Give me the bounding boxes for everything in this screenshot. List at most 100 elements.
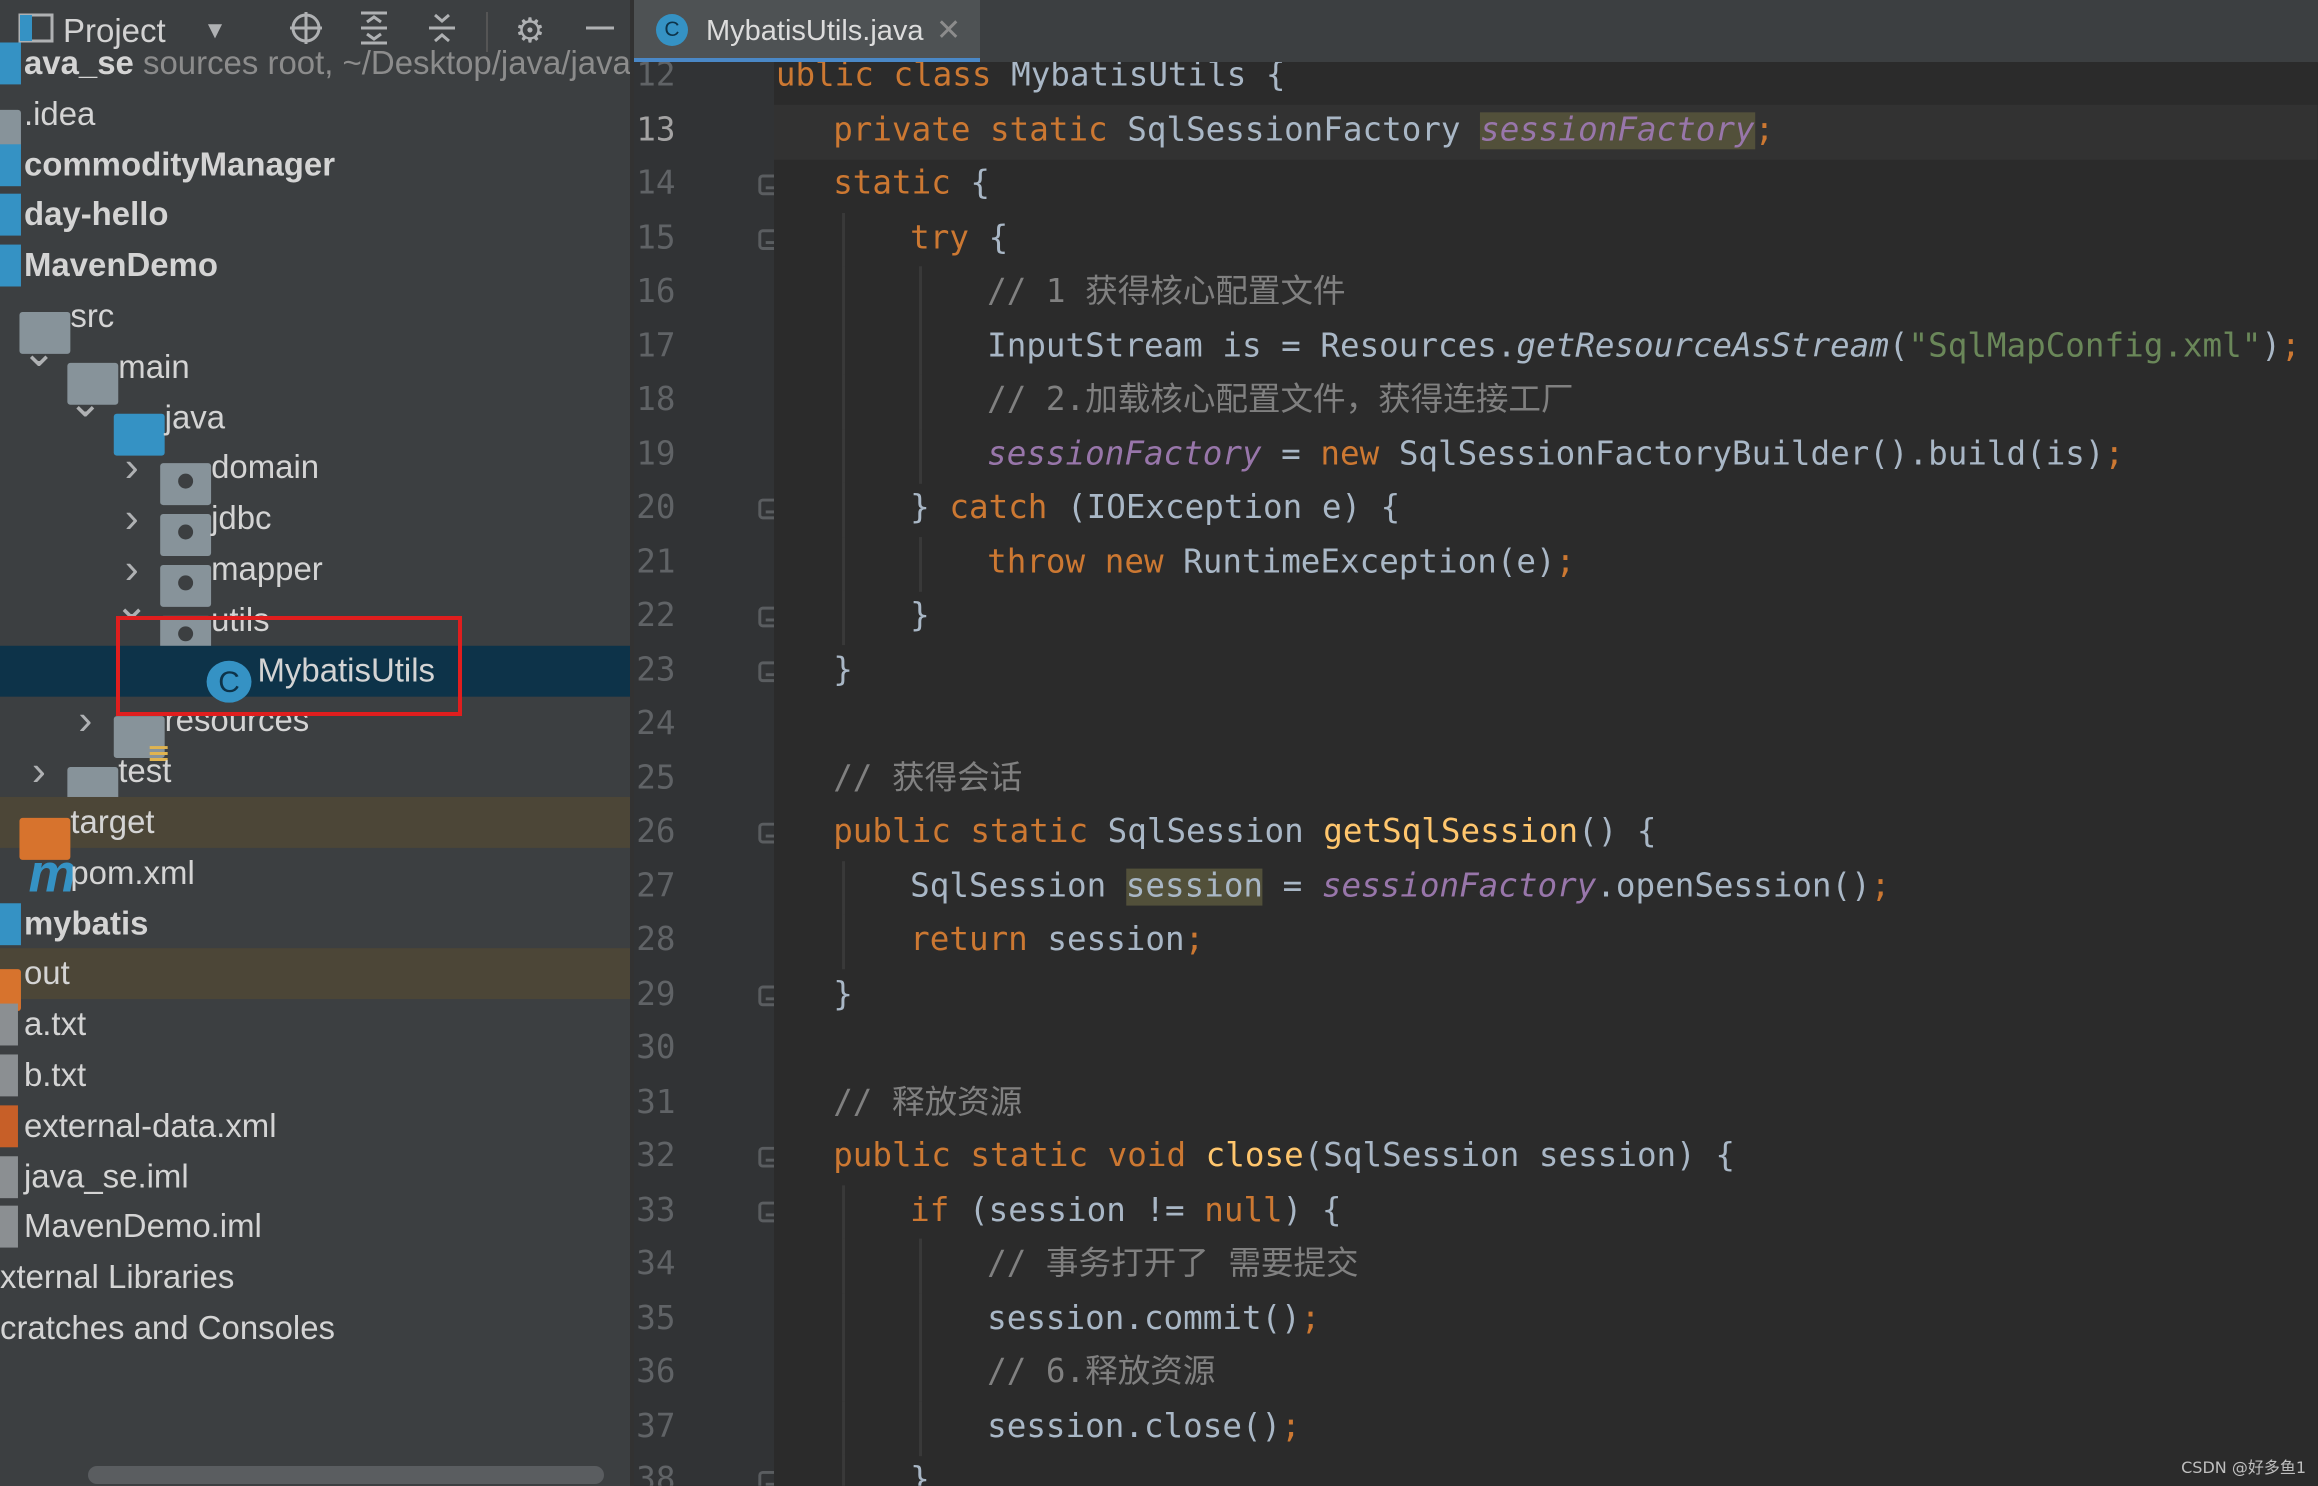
code-line[interactable]: throw new RuntimeException(e); bbox=[774, 537, 2318, 592]
tree-item-label: jdbc bbox=[211, 499, 272, 537]
chevron-right-icon[interactable]: › bbox=[16, 746, 61, 797]
code-line[interactable] bbox=[774, 698, 2318, 752]
tree-item[interactable]: cratches and Consoles bbox=[0, 1303, 630, 1354]
tree-item[interactable]: › mapper bbox=[0, 544, 630, 607]
tree-item[interactable]: MavenDemo bbox=[0, 240, 630, 291]
code-text: try { bbox=[910, 213, 1008, 267]
chevron-right-icon[interactable]: › bbox=[109, 442, 154, 493]
code-line[interactable] bbox=[774, 1023, 2318, 1077]
code-line[interactable]: session.close(); bbox=[774, 1401, 2318, 1456]
tree-item[interactable]: day-hello bbox=[0, 189, 630, 240]
line-number: 13 bbox=[636, 112, 676, 150]
line-number: 17 bbox=[636, 328, 676, 366]
tree-item[interactable]: src bbox=[0, 291, 630, 354]
code-token: ) bbox=[2261, 328, 2281, 366]
fold-marker-icon[interactable] bbox=[758, 1201, 774, 1223]
tree-item[interactable]: commodityManager bbox=[0, 140, 630, 191]
code-token: ; bbox=[2280, 328, 2301, 366]
code-line[interactable]: // 6.释放资源 bbox=[774, 1346, 2318, 1401]
fold-marker-icon[interactable] bbox=[758, 229, 774, 250]
tree-item[interactable]: MavenDemo.iml bbox=[0, 1201, 630, 1252]
fold-marker-icon[interactable] bbox=[758, 661, 774, 683]
tree-item[interactable]: m pom.xml bbox=[0, 846, 630, 900]
tree-item-label: mapper bbox=[211, 549, 323, 588]
indent-guide bbox=[842, 1401, 846, 1456]
code-line[interactable]: public static void close(SqlSession sess… bbox=[774, 1131, 2318, 1185]
fold-marker-icon[interactable] bbox=[758, 1146, 774, 1168]
tree-item[interactable]: mybatis bbox=[0, 899, 630, 950]
code-token: SqlSession bbox=[1107, 813, 1324, 851]
tree-item[interactable]: b.txt bbox=[0, 1050, 630, 1101]
code-line[interactable]: // 2.加载核心配置文件，获得连接工厂 bbox=[774, 374, 2318, 429]
tree-item[interactable]: java_se.iml bbox=[0, 1152, 630, 1203]
code-line[interactable]: // 获得会话 bbox=[774, 753, 2318, 807]
code-token: "SqlMapConfig.xml" bbox=[1908, 328, 2262, 366]
line-number: 16 bbox=[636, 273, 676, 311]
chevron-right-icon[interactable]: › bbox=[109, 493, 154, 544]
horizontal-scrollbar[interactable] bbox=[88, 1466, 604, 1484]
code-line[interactable]: session.commit(); bbox=[774, 1293, 2318, 1348]
fold-marker-icon[interactable] bbox=[758, 985, 774, 1007]
code-line[interactable]: return session; bbox=[774, 914, 2318, 969]
code-line[interactable]: } bbox=[774, 590, 2318, 645]
code-line[interactable]: private static SqlSessionFactory session… bbox=[774, 104, 2318, 159]
chevron-down-icon[interactable]: ⌄ bbox=[63, 378, 108, 429]
code-line[interactable]: sessionFactory = new SqlSessionFactoryBu… bbox=[774, 429, 2318, 484]
code-line[interactable]: public static SqlSession getSqlSession()… bbox=[774, 806, 2318, 860]
code-token: (IOException e) { bbox=[1067, 489, 1401, 527]
code-line[interactable]: try { bbox=[774, 212, 2318, 267]
module-folder-icon bbox=[0, 144, 21, 187]
code-line[interactable]: } catch (IOException e) { bbox=[774, 482, 2318, 537]
tree-item-label: ava_se sources root, ~/Desktop/java/java… bbox=[24, 38, 630, 89]
fold-marker-icon[interactable] bbox=[758, 606, 774, 628]
tree-item[interactable]: › jdbc bbox=[0, 493, 630, 556]
code-line[interactable]: // 事务打开了 需要提交 bbox=[774, 1238, 2318, 1293]
code-line[interactable]: public class MybatisUtils { bbox=[774, 62, 2318, 104]
tree-item[interactable]: ⌄ java bbox=[0, 379, 630, 456]
close-icon[interactable]: ✕ bbox=[936, 0, 961, 62]
code-token: getSqlSession bbox=[1323, 813, 1579, 851]
project-tool-window: Project ▼ ⚙ ava_se sources root, ~/Deskt… bbox=[0, 0, 630, 1486]
code-token: // 1 获得核心配置文件 bbox=[987, 273, 1346, 311]
code-line[interactable]: } bbox=[774, 645, 2318, 699]
code-line[interactable]: InputStream is = Resources.getResourceAs… bbox=[774, 321, 2318, 376]
code-token: SqlSessionFactory bbox=[1127, 112, 1481, 150]
tree-item[interactable]: › test bbox=[0, 746, 630, 809]
line-number: 25 bbox=[636, 760, 676, 798]
code-token: { bbox=[988, 220, 1009, 258]
code-line[interactable]: } bbox=[774, 1454, 2318, 1486]
fold-marker-icon[interactable] bbox=[758, 174, 774, 196]
code-line[interactable]: static { bbox=[774, 158, 2318, 212]
tree-item[interactable]: target bbox=[0, 796, 630, 860]
fold-marker-icon[interactable] bbox=[758, 1470, 774, 1486]
tree-item[interactable]: out bbox=[0, 948, 630, 1012]
code-line[interactable]: SqlSession session = sessionFactory.open… bbox=[774, 861, 2318, 916]
tree-item-label: src bbox=[70, 296, 115, 335]
line-number-gutter[interactable]: 12 13 14 15 16 17 18 19 20 21 22 23 24 25 26 27 28 29 30 31… bbox=[634, 62, 774, 1486]
code-line[interactable]: // 1 获得核心配置文件 bbox=[774, 266, 2318, 321]
tree-item[interactable]: xternal Libraries bbox=[0, 1252, 630, 1303]
tree-item[interactable]: ava_se sources root, ~/Desktop/java/java… bbox=[0, 38, 630, 89]
java-class-icon: C bbox=[656, 14, 688, 46]
tree-item[interactable]: .idea bbox=[0, 89, 630, 152]
code-token: void bbox=[1107, 1137, 1206, 1175]
code-line[interactable]: if (session != null) { bbox=[774, 1185, 2318, 1240]
tree-item[interactable]: external-data.xml bbox=[0, 1101, 630, 1152]
fold-marker-icon[interactable] bbox=[758, 498, 774, 520]
code-editor[interactable]: public class MybatisUtils {private stati… bbox=[774, 62, 2318, 1486]
chevron-right-icon[interactable]: › bbox=[63, 695, 108, 746]
tree-item[interactable]: a.txt bbox=[0, 999, 630, 1050]
line-number: 20 bbox=[636, 489, 676, 527]
chevron-down-icon[interactable]: ⌄ bbox=[16, 327, 61, 378]
code-line[interactable]: } bbox=[774, 969, 2318, 1023]
code-token: } bbox=[833, 976, 853, 1014]
code-text: // 事务打开了 需要提交 bbox=[987, 1239, 1358, 1293]
code-token: sessionFactory bbox=[1480, 112, 1755, 150]
code-token: } bbox=[910, 597, 930, 635]
code-line[interactable]: // 释放资源 bbox=[774, 1077, 2318, 1131]
tab-mybatisutils-java[interactable]: C MybatisUtils.java ✕ bbox=[634, 0, 980, 62]
tree-item[interactable]: › domain bbox=[0, 442, 630, 506]
code-token: ; bbox=[1300, 1300, 1321, 1338]
code-token: public bbox=[833, 1137, 971, 1175]
fold-marker-icon[interactable] bbox=[758, 822, 774, 844]
